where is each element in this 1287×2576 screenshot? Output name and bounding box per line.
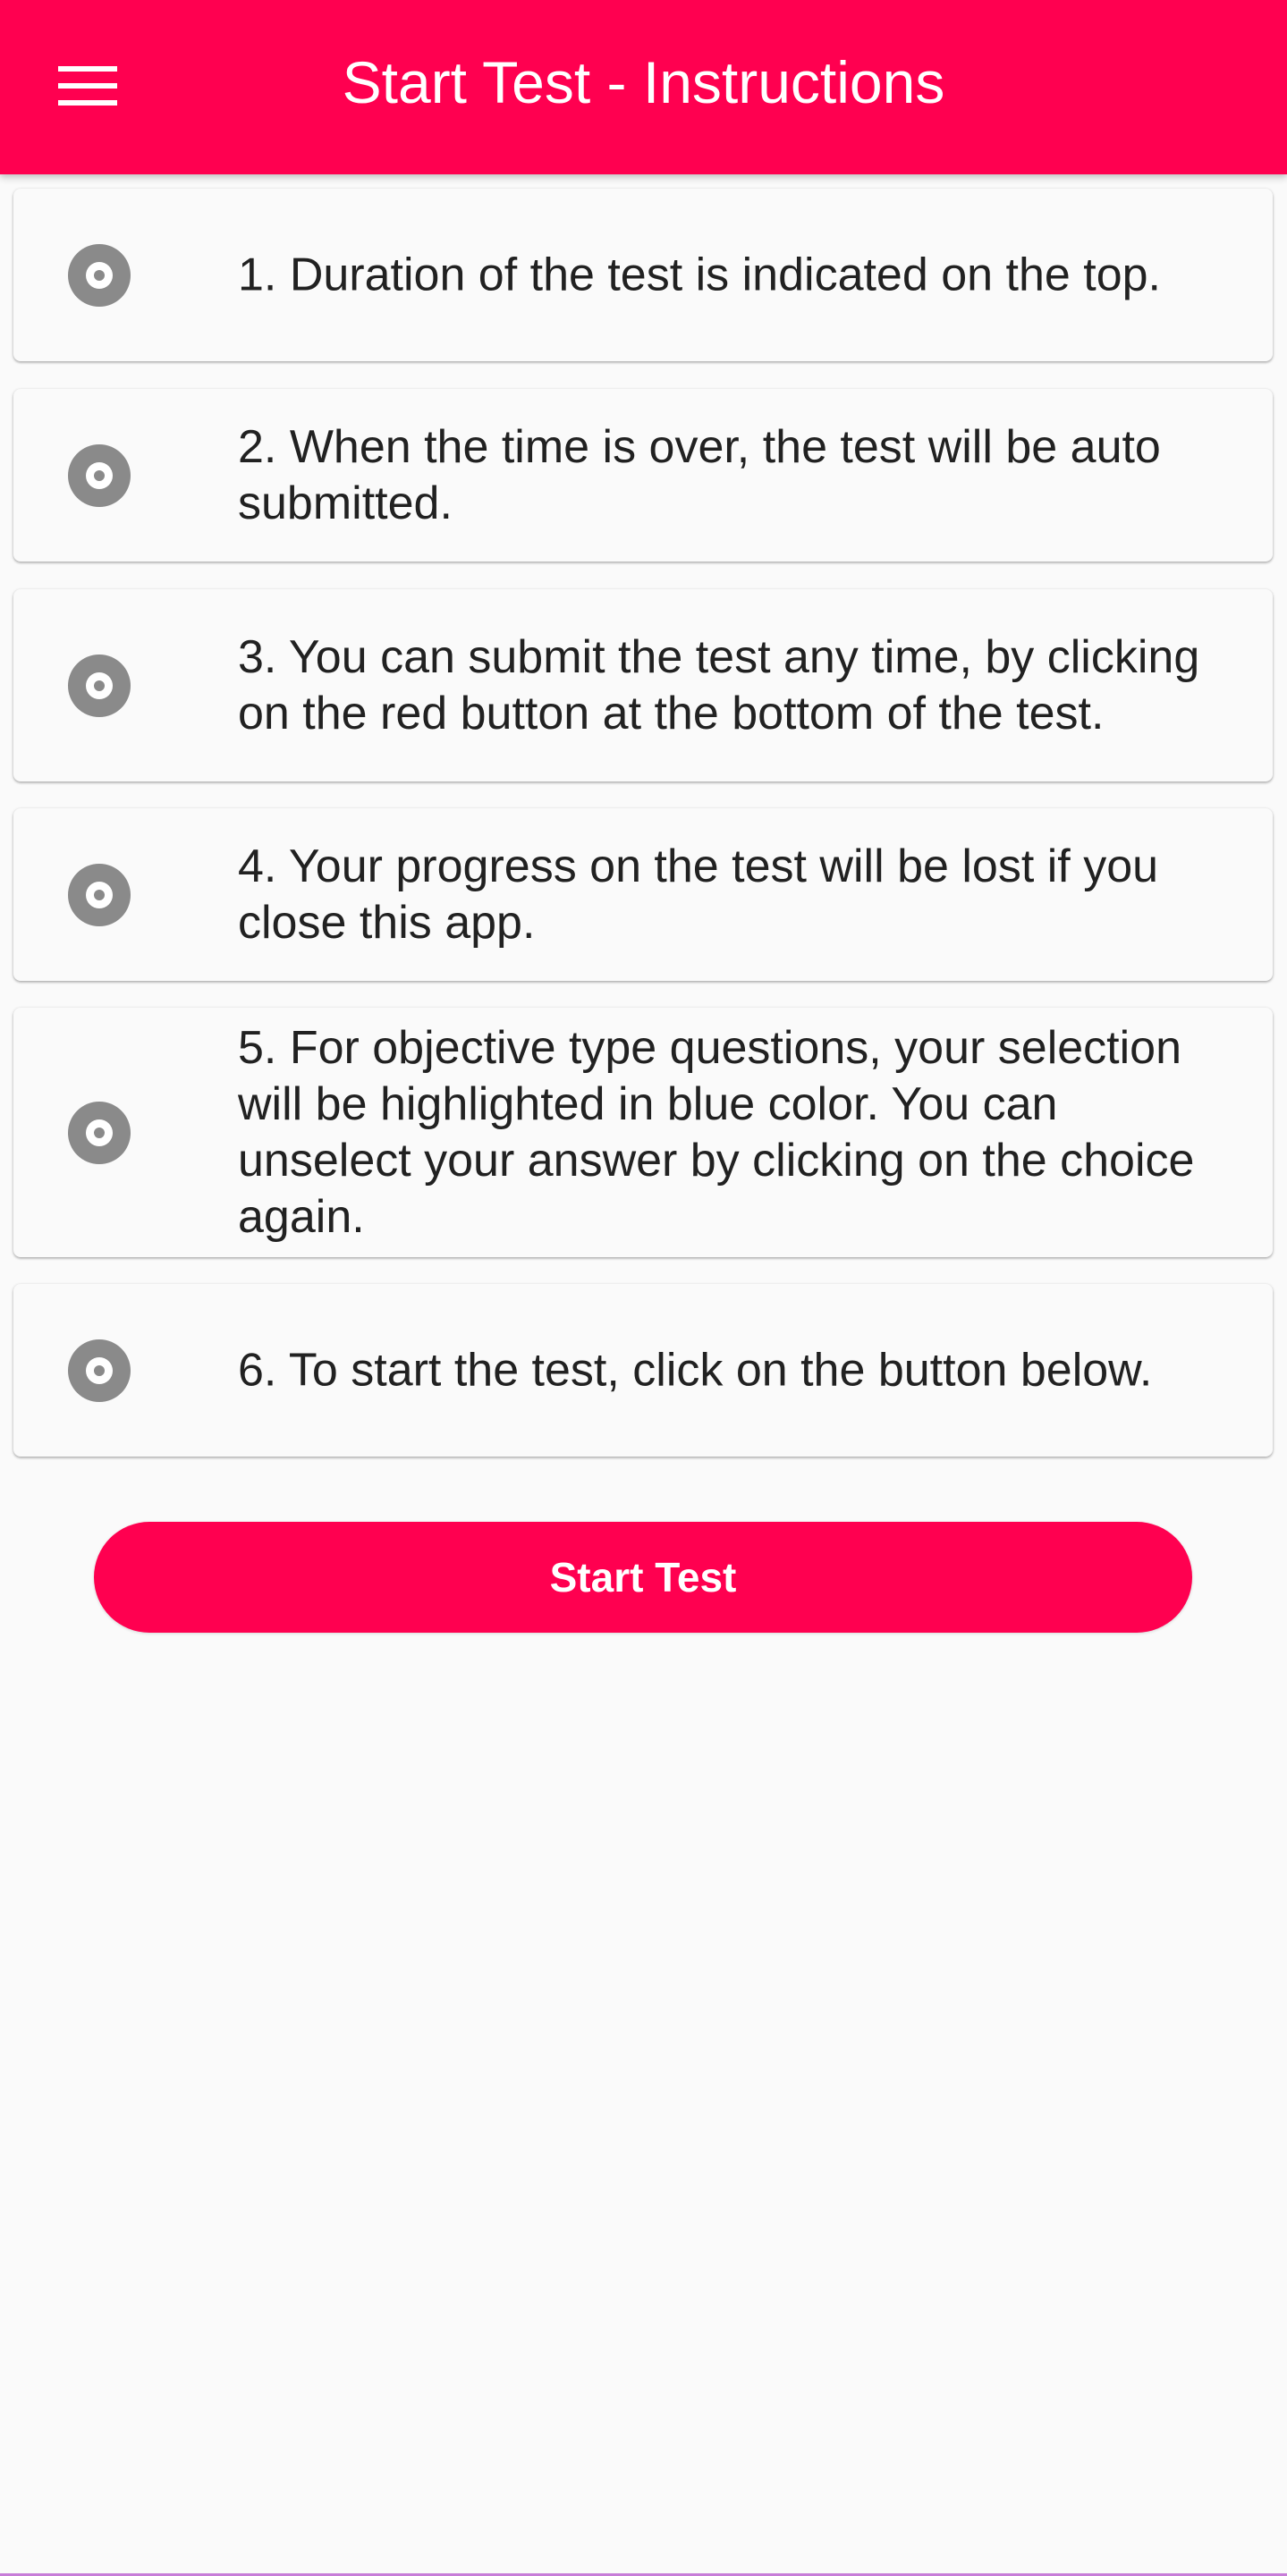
instruction-card-6[interactable]: 6. To start the test, click on the butto… — [13, 1284, 1273, 1457]
radio-circle-icon — [68, 654, 131, 717]
instruction-card-4[interactable]: 4. Your progress on the test will be los… — [13, 808, 1273, 981]
instruction-text: 4. Your progress on the test will be los… — [238, 840, 1159, 949]
radio-circle-icon — [68, 443, 131, 507]
radio-circle-icon — [68, 863, 131, 926]
instruction-card-1[interactable]: 1. Duration of the test is indicated on … — [13, 189, 1273, 361]
instruction-text: 6. To start the test, click on the butto… — [238, 1344, 1153, 1396]
instruction-text: 1. Duration of the test is indicated on … — [238, 249, 1161, 300]
instruction-card-2[interactable]: 2. When the time is over, the test will … — [13, 389, 1273, 562]
instruction-text: 2. When the time is over, the test will … — [238, 420, 1161, 529]
instruction-text: 3. You can submit the test any time, by … — [238, 630, 1200, 739]
instruction-text: 5. For objective type questions, your se… — [238, 1021, 1195, 1243]
app-screen: Start Test - Instructions 1. Duration of… — [0, 0, 1287, 2576]
radio-circle-icon — [68, 1101, 131, 1164]
instruction-card-5[interactable]: 5. For objective type questions, your se… — [13, 1008, 1273, 1257]
radio-circle-icon — [68, 1339, 131, 1402]
radio-circle-icon — [68, 243, 131, 307]
page-title: Start Test - Instructions — [342, 49, 945, 115]
start-test-button[interactable]: Start Test — [94, 1522, 1192, 1633]
instruction-card-3[interactable]: 3. You can submit the test any time, by … — [13, 589, 1273, 781]
app-toolbar: Start Test - Instructions — [0, 0, 1287, 174]
